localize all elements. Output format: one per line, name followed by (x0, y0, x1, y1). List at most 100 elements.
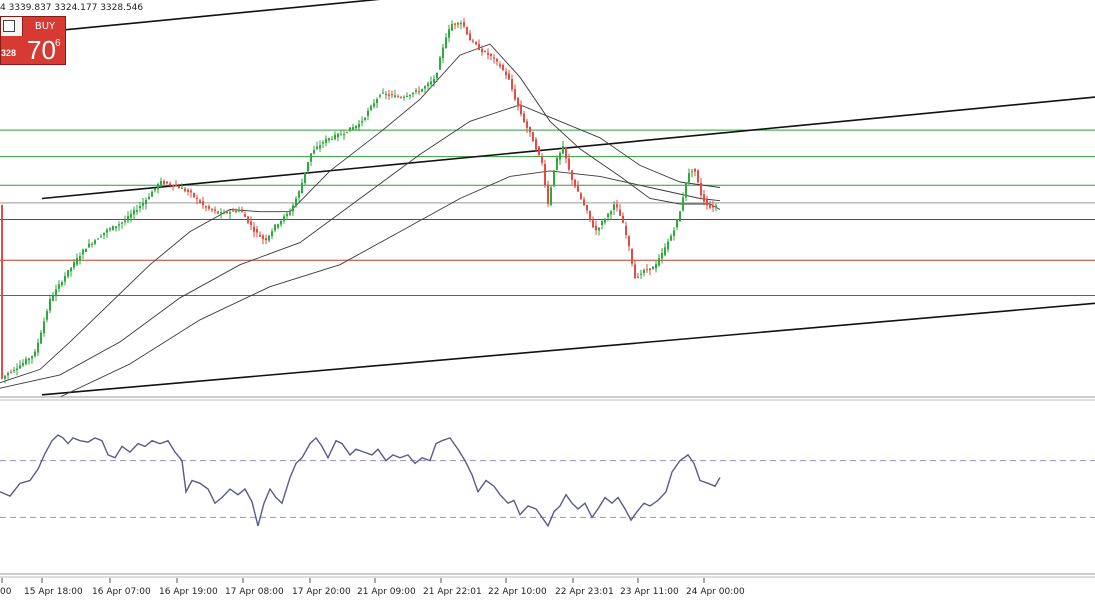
candle-body (370, 105, 372, 111)
candle-body (568, 158, 570, 170)
candle-body (340, 134, 342, 136)
candle-body (589, 210, 591, 219)
candle-body (397, 96, 399, 98)
candle-body (10, 372, 12, 374)
candle-body (151, 191, 153, 197)
candle-body (379, 95, 381, 97)
candle-body (160, 180, 162, 186)
trendlines (41, 0, 1095, 396)
candle-body (484, 51, 486, 53)
trendline (64, 0, 381, 31)
candle-body (643, 269, 645, 274)
candle-body (1, 205, 3, 379)
moving-average-line (59, 170, 721, 398)
candle-body (220, 212, 222, 214)
candle-body (121, 222, 123, 224)
candle-body (439, 57, 441, 70)
candle-body (394, 95, 396, 98)
candle-body (583, 199, 585, 206)
candle-body (115, 226, 117, 229)
candle-body (706, 199, 708, 206)
candle-body (58, 284, 60, 289)
candle-body (313, 149, 315, 154)
dropdown-icon (3, 20, 15, 32)
candle-body (451, 24, 453, 31)
time-tick-label: 22 Apr 10:00 (488, 587, 547, 597)
candle-body (613, 204, 615, 210)
candle-body (565, 147, 567, 159)
candle-body (82, 249, 84, 255)
candle-body (103, 232, 105, 235)
candle-body (526, 121, 528, 128)
candle-body (694, 168, 696, 172)
candle-body (280, 220, 282, 225)
candle-body (466, 27, 468, 35)
trendline (41, 96, 1095, 200)
candle-body (418, 91, 420, 93)
candle-body (697, 170, 699, 183)
candle-body (517, 97, 519, 107)
one-click-trade-panel[interactable]: BUY 328 70 6 (0, 16, 66, 65)
candle-body (478, 44, 480, 51)
candle-body (712, 205, 714, 208)
candle-body (25, 358, 27, 365)
candle-body (463, 22, 465, 27)
candle-body (298, 191, 300, 198)
candle-body (667, 241, 669, 250)
candle-body (49, 298, 51, 311)
candle-body (346, 131, 348, 133)
chart-area: 00 15 Apr 18:00 16 Apr 07:00 16 Apr 19:00 17… (0, 0, 1095, 597)
candle-body (118, 224, 120, 226)
candle-body (406, 96, 408, 98)
candle-body (391, 94, 393, 96)
candle-body (52, 295, 54, 301)
candle-body (700, 183, 702, 196)
candle-body (652, 266, 654, 270)
candle-body (427, 83, 429, 87)
time-tick-label: 17 Apr 08:00 (225, 587, 284, 597)
candle-body (547, 184, 549, 204)
candle-body (454, 23, 456, 25)
candle-body (403, 96, 405, 98)
candle-body (490, 53, 492, 57)
candle-body (166, 181, 168, 184)
candle-body (604, 219, 606, 223)
candle-body (574, 179, 576, 187)
candle-body (106, 229, 108, 233)
candle-body (172, 184, 174, 187)
candles (1, 17, 717, 384)
candle-body (595, 225, 597, 231)
candle-body (34, 351, 36, 357)
candle-body (88, 243, 90, 248)
candle-body (241, 209, 243, 212)
candle-body (544, 163, 546, 186)
candle-body (181, 188, 183, 190)
candle-body (244, 214, 246, 217)
candle-body (445, 37, 447, 49)
candle-body (214, 209, 216, 211)
candle-body (190, 190, 192, 193)
candle-body (307, 162, 309, 172)
time-tick-label: 17 Apr 20:00 (292, 587, 351, 597)
candle-body (337, 133, 339, 138)
candle-body (301, 182, 303, 194)
candle-body (319, 145, 321, 149)
candle-body (688, 172, 690, 183)
candle-body (31, 355, 33, 359)
candle-body (295, 198, 297, 207)
buy-button[interactable]: BUY (25, 19, 65, 35)
candle-body (4, 375, 6, 379)
candle-body (562, 146, 564, 154)
horizontal-levels (0, 129, 1095, 297)
time-tick-label: 16 Apr 19:00 (159, 587, 218, 597)
candle-body (328, 138, 330, 141)
candle-body (142, 202, 144, 206)
lot-selector[interactable] (1, 17, 23, 36)
candle-body (352, 127, 354, 130)
candle-body (640, 273, 642, 275)
candle-body (286, 214, 288, 217)
candle-body (385, 94, 387, 96)
price-superscript: 6 (55, 38, 61, 49)
candle-body (70, 267, 72, 272)
candle-body (145, 199, 147, 205)
